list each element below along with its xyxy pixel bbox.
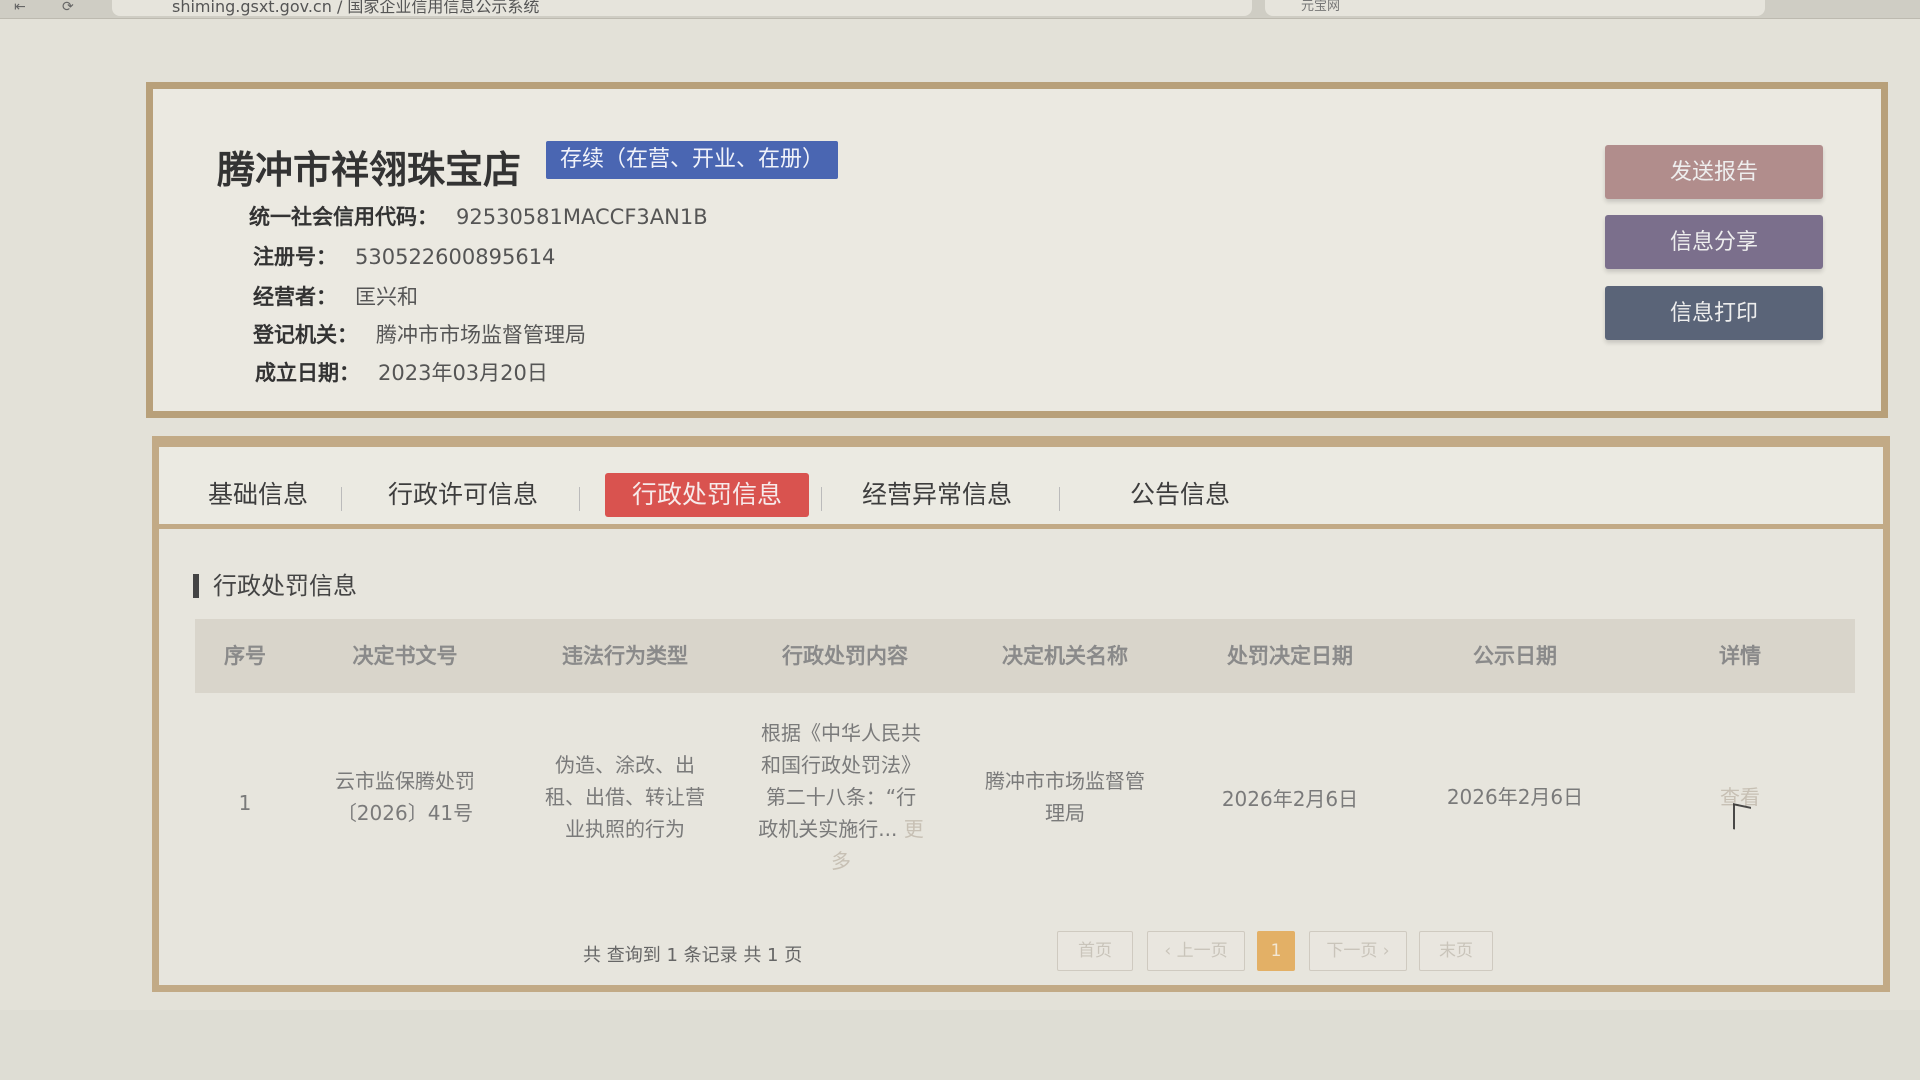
reg-number-label: 注册号： — [253, 245, 337, 269]
col-header-publish-date: 公示日期 — [1473, 644, 1557, 668]
cell-index: 1 — [238, 791, 252, 815]
cell-violation-line3: 业执照的行为 — [565, 817, 685, 841]
cell-authority-line2: 理局 — [1045, 801, 1085, 825]
cell-authority-line1: 腾冲市市场监督管 — [985, 769, 1145, 793]
cell-violation: 伪造、涂改、出 租、出借、转让营 业执照的行为 — [515, 749, 735, 845]
refresh-icon[interactable]: ⟳ — [62, 0, 84, 16]
tab-abnormal-operation[interactable]: 经营异常信息 — [857, 473, 1017, 517]
content-card: 基础信息 行政许可信息 行政处罚信息 经营异常信息 公告信息 行政处罚信息 序号… — [152, 436, 1890, 992]
reg-number-row: 注册号： 530522600895614 — [253, 241, 555, 271]
cell-violation-line1: 伪造、涂改、出 — [555, 753, 695, 777]
col-header-content: 行政处罚内容 — [782, 644, 908, 668]
col-header-index: 序号 — [224, 644, 266, 668]
authority-value: 腾冲市市场监督管理局 — [376, 323, 586, 347]
established-date-label: 成立日期： — [255, 361, 360, 385]
next-page-button[interactable]: 下一页 › — [1309, 931, 1407, 971]
credit-code-row: 统一社会信用代码： 92530581MACCF3AN1B — [249, 201, 708, 231]
cell-doc-no-line2: 〔2026〕41号 — [336, 801, 474, 825]
pager-summary: 共 查询到 1 条记录 共 1 页 — [583, 945, 803, 966]
company-header-card: 腾冲市祥翎珠宝店 存续（在营、开业、在册） 统一社会信用代码： 92530581M… — [146, 82, 1888, 418]
cell-content-line4: 政机关实施行... 更 — [741, 813, 941, 845]
last-page-button[interactable]: 末页 — [1419, 931, 1493, 971]
cell-content-line1: 根据《中华人民共 — [761, 721, 921, 745]
col-header-detail: 详情 — [1719, 644, 1761, 668]
cell-content-line3: 第二十八条：“行 — [765, 785, 917, 809]
share-info-button[interactable]: 信息分享 — [1605, 215, 1823, 269]
tab-bar: 基础信息 行政许可信息 行政处罚信息 经营异常信息 公告信息 — [159, 447, 1883, 529]
tab-announcement[interactable]: 公告信息 — [1125, 473, 1235, 517]
operator-row: 经营者： 匡兴和 — [253, 281, 418, 311]
tab-divider — [821, 487, 822, 511]
credit-code-value: 92530581MACCF3AN1B — [456, 205, 708, 229]
cell-violation-line2: 租、出借、转让营 — [545, 785, 705, 809]
pointer-cursor-icon — [1733, 803, 1751, 833]
cell-content-line2: 和国行政处罚法》 — [761, 753, 921, 777]
established-date-value: 2023年03月20日 — [378, 361, 548, 385]
page-footer-area — [0, 1010, 1920, 1080]
credit-code-label: 统一社会信用代码： — [249, 205, 438, 229]
tab-basic-info[interactable]: 基础信息 — [203, 473, 313, 517]
cell-authority: 腾冲市市场监督管 理局 — [955, 765, 1175, 829]
authority-row: 登记机关： 腾冲市市场监督管理局 — [253, 319, 586, 349]
operator-label: 经营者： — [253, 285, 337, 309]
cell-content-truncated: 政机关实施行... — [758, 817, 898, 841]
tab-divider — [579, 487, 580, 511]
back-icon[interactable]: ⇤ — [14, 0, 36, 16]
company-name: 腾冲市祥翎珠宝店 — [217, 148, 522, 192]
tab-divider — [1059, 487, 1060, 511]
address-bar[interactable]: shiming.gsxt.gov.cn / 国家企业信用信息公示系统 — [112, 0, 1252, 16]
established-date-row: 成立日期： 2023年03月20日 — [255, 357, 548, 387]
section-title: 行政处罚信息 — [193, 574, 357, 598]
send-report-button[interactable]: 发送报告 — [1605, 145, 1823, 199]
operator-value: 匡兴和 — [355, 285, 418, 309]
reg-number-value: 530522600895614 — [355, 245, 556, 269]
cell-publish-date: 2026年2月6日 — [1446, 785, 1584, 809]
browser-toolbar: ⇤ ⟳ shiming.gsxt.gov.cn / 国家企业信用信息公示系统 元… — [0, 0, 1920, 19]
print-info-button[interactable]: 信息打印 — [1605, 286, 1823, 340]
col-header-authority: 决定机关名称 — [1002, 644, 1128, 668]
more-link[interactable]: 更 — [904, 817, 924, 841]
current-page-button[interactable]: 1 — [1257, 931, 1295, 971]
tab-divider — [341, 487, 342, 511]
more-link-cont[interactable]: 多 — [741, 845, 941, 877]
col-header-doc-no: 决定书文号 — [352, 644, 458, 668]
col-header-decision-date: 处罚决定日期 — [1227, 644, 1353, 668]
authority-label: 登记机关： — [253, 323, 358, 347]
cell-decision-date: 2026年2月6日 — [1221, 787, 1359, 811]
cell-doc-no-line1: 云市监保腾处罚 — [335, 769, 475, 793]
status-badge: 存续（在营、开业、在册） — [546, 141, 839, 179]
col-header-violation: 违法行为类型 — [562, 644, 688, 668]
first-page-button[interactable]: 首页 — [1057, 931, 1133, 971]
table-header: 序号 决定书文号 违法行为类型 行政处罚内容 决定机关名称 处罚决定日期 公示日… — [195, 619, 1855, 693]
cell-doc-no: 云市监保腾处罚 〔2026〕41号 — [295, 765, 515, 829]
browser-search-input[interactable]: 元宝网 — [1265, 0, 1765, 16]
tab-admin-penalty[interactable]: 行政处罚信息 — [605, 473, 809, 517]
tab-admin-license[interactable]: 行政许可信息 — [385, 473, 541, 517]
cell-penalty-content: 根据《中华人民共 和国行政处罚法》 第二十八条：“行 政机关实施行... 更 多 — [741, 717, 941, 877]
prev-page-button[interactable]: ‹ 上一页 — [1147, 931, 1245, 971]
